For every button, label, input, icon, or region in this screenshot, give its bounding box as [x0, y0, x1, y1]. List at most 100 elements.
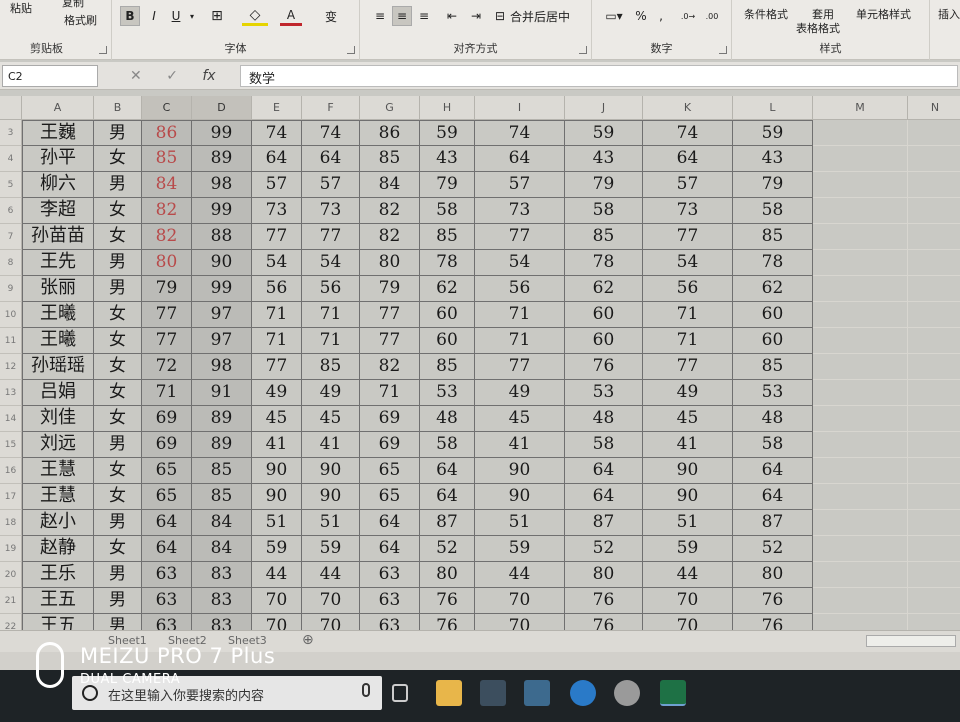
cell-j12[interactable]: 76: [565, 354, 643, 380]
cell-m3[interactable]: [813, 120, 908, 146]
cell-h21[interactable]: 76: [420, 588, 475, 614]
row-header[interactable]: 6: [0, 198, 22, 224]
column-header-h[interactable]: H: [420, 96, 475, 120]
cell-i18[interactable]: 51: [475, 510, 565, 536]
cell-g4[interactable]: 85: [360, 146, 420, 172]
fill-color-icon[interactable]: ◇: [242, 6, 268, 26]
cell-m5[interactable]: [813, 172, 908, 198]
cell-e21[interactable]: 70: [252, 588, 302, 614]
cell-a20[interactable]: 王乐: [22, 562, 94, 588]
cell-h7[interactable]: 85: [420, 224, 475, 250]
cell-b21[interactable]: 男: [94, 588, 142, 614]
column-header-a[interactable]: A: [22, 96, 94, 120]
format-painter-button[interactable]: 格式刷: [64, 12, 97, 28]
row-header[interactable]: 8: [0, 250, 22, 276]
cell-g19[interactable]: 64: [360, 536, 420, 562]
cell-l19[interactable]: 52: [733, 536, 813, 562]
cell-f21[interactable]: 70: [302, 588, 360, 614]
cell-b15[interactable]: 男: [94, 432, 142, 458]
cell-g11[interactable]: 77: [360, 328, 420, 354]
cell-n15[interactable]: [908, 432, 960, 458]
cell-c19[interactable]: 64: [142, 536, 192, 562]
cell-b18[interactable]: 男: [94, 510, 142, 536]
increase-indent-icon[interactable]: ⇥: [466, 6, 486, 26]
cell-d9[interactable]: 99: [192, 276, 252, 302]
cell-b13[interactable]: 女: [94, 380, 142, 406]
column-header-c[interactable]: C: [142, 96, 192, 120]
cell-m16[interactable]: [813, 458, 908, 484]
cell-i11[interactable]: 71: [475, 328, 565, 354]
cell-m13[interactable]: [813, 380, 908, 406]
cell-h11[interactable]: 60: [420, 328, 475, 354]
cancel-icon[interactable]: ✕: [130, 68, 142, 84]
cell-l11[interactable]: 60: [733, 328, 813, 354]
cell-e6[interactable]: 73: [252, 198, 302, 224]
cell-j4[interactable]: 43: [565, 146, 643, 172]
row-header[interactable]: 20: [0, 562, 22, 588]
cell-c4[interactable]: 85: [142, 146, 192, 172]
cell-l4[interactable]: 43: [733, 146, 813, 172]
cell-j20[interactable]: 80: [565, 562, 643, 588]
cell-j17[interactable]: 64: [565, 484, 643, 510]
cell-j8[interactable]: 78: [565, 250, 643, 276]
cell-a11[interactable]: 王曦: [22, 328, 94, 354]
row-header[interactable]: 13: [0, 380, 22, 406]
cell-a14[interactable]: 刘佳: [22, 406, 94, 432]
cell-d14[interactable]: 89: [192, 406, 252, 432]
cell-k4[interactable]: 64: [643, 146, 733, 172]
cell-f8[interactable]: 54: [302, 250, 360, 276]
cell-j19[interactable]: 52: [565, 536, 643, 562]
column-header-f[interactable]: F: [302, 96, 360, 120]
row-header[interactable]: 4: [0, 146, 22, 172]
row-header[interactable]: 12: [0, 354, 22, 380]
cell-l9[interactable]: 62: [733, 276, 813, 302]
cell-a13[interactable]: 吕娟: [22, 380, 94, 406]
cell-k18[interactable]: 51: [643, 510, 733, 536]
cell-b11[interactable]: 女: [94, 328, 142, 354]
cell-c20[interactable]: 63: [142, 562, 192, 588]
cell-d15[interactable]: 89: [192, 432, 252, 458]
cell-a3[interactable]: 王巍: [22, 120, 94, 146]
cell-n6[interactable]: [908, 198, 960, 224]
cell-f18[interactable]: 51: [302, 510, 360, 536]
cell-h6[interactable]: 58: [420, 198, 475, 224]
cell-f16[interactable]: 90: [302, 458, 360, 484]
cell-f4[interactable]: 64: [302, 146, 360, 172]
cell-b4[interactable]: 女: [94, 146, 142, 172]
cell-h10[interactable]: 60: [420, 302, 475, 328]
cell-e13[interactable]: 49: [252, 380, 302, 406]
cell-l18[interactable]: 87: [733, 510, 813, 536]
column-header-d[interactable]: D: [192, 96, 252, 120]
cell-i10[interactable]: 71: [475, 302, 565, 328]
cell-c21[interactable]: 63: [142, 588, 192, 614]
cell-g7[interactable]: 82: [360, 224, 420, 250]
cell-m18[interactable]: [813, 510, 908, 536]
paste-button[interactable]: 粘贴: [10, 0, 32, 16]
cell-c6[interactable]: 82: [142, 198, 192, 224]
cell-d10[interactable]: 97: [192, 302, 252, 328]
cell-n5[interactable]: [908, 172, 960, 198]
row-header[interactable]: 15: [0, 432, 22, 458]
cell-g5[interactable]: 84: [360, 172, 420, 198]
column-header-k[interactable]: K: [643, 96, 733, 120]
cell-i13[interactable]: 49: [475, 380, 565, 406]
cell-h19[interactable]: 52: [420, 536, 475, 562]
decrease-indent-icon[interactable]: ⇤: [442, 6, 462, 26]
cell-b8[interactable]: 男: [94, 250, 142, 276]
cell-k21[interactable]: 70: [643, 588, 733, 614]
cell-d3[interactable]: 99: [192, 120, 252, 146]
cell-i7[interactable]: 77: [475, 224, 565, 250]
cell-a10[interactable]: 王曦: [22, 302, 94, 328]
cell-j7[interactable]: 85: [565, 224, 643, 250]
cell-k11[interactable]: 71: [643, 328, 733, 354]
insert-function-icon[interactable]: fx: [202, 68, 215, 84]
cell-n4[interactable]: [908, 146, 960, 172]
cell-m12[interactable]: [813, 354, 908, 380]
merge-center-button[interactable]: 合并后居中: [510, 6, 584, 26]
cell-e7[interactable]: 77: [252, 224, 302, 250]
cell-j5[interactable]: 79: [565, 172, 643, 198]
underline-dropdown-icon[interactable]: ▾: [186, 6, 198, 26]
cell-h4[interactable]: 43: [420, 146, 475, 172]
cell-m14[interactable]: [813, 406, 908, 432]
row-header[interactable]: 11: [0, 328, 22, 354]
